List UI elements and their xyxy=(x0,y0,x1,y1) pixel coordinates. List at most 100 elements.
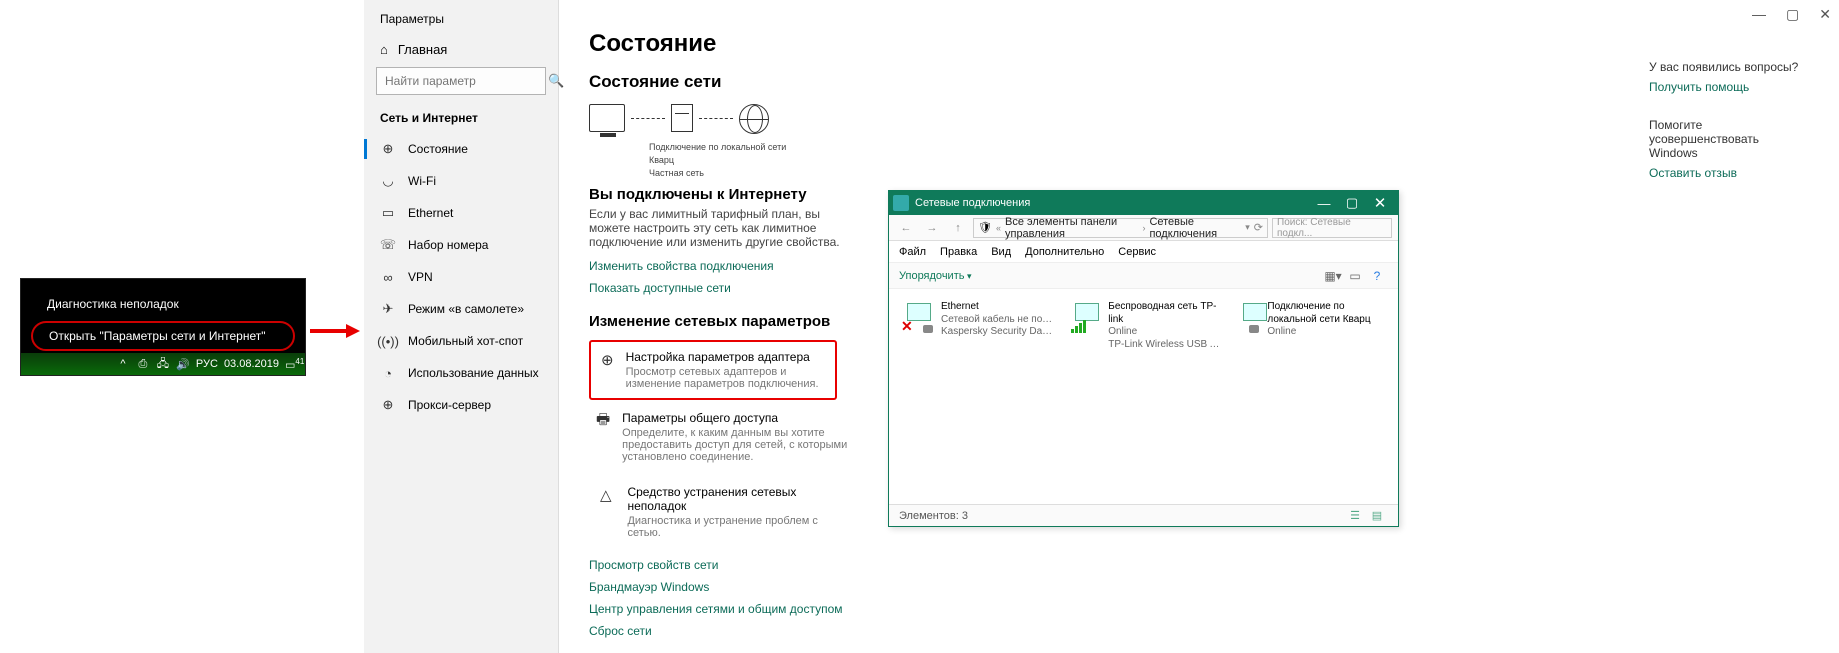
opt-desc: Просмотр сетевых адаптеров и изменение п… xyxy=(626,366,825,390)
view-mode-icon[interactable]: ▦▾ xyxy=(1322,269,1344,283)
network-diagram xyxy=(589,104,1809,134)
forward-button[interactable]: → xyxy=(921,217,943,239)
adapters-area: Ethernet Сетевой кабель не подкл... Kasp… xyxy=(889,289,1398,363)
close-button[interactable]: ✕ xyxy=(1366,194,1394,212)
nav-airplane[interactable]: ✈Режим «в самолете» xyxy=(364,293,558,325)
menu-extra[interactable]: Дополнительно xyxy=(1025,246,1104,258)
window-controls: — ▢ ✕ xyxy=(1752,6,1831,23)
opt-sharing[interactable]: 🖶 Параметры общего доступа Определите, к… xyxy=(589,400,859,474)
tray-date[interactable]: 03.08.2019 xyxy=(224,358,279,370)
help-improve: Помогите усовершенствовать Windows xyxy=(1649,118,1809,160)
link-network-reset[interactable]: Сброс сети xyxy=(589,624,1809,638)
nav-home-label: Главная xyxy=(398,42,447,57)
nav-home[interactable]: ⌂ Главная xyxy=(364,36,558,63)
nav-wifi[interactable]: ◡Wi-Fi xyxy=(364,165,558,197)
details-view-icon[interactable]: ☰ xyxy=(1344,509,1366,522)
notification-icon[interactable]: ▭41 xyxy=(285,357,299,372)
maximize-button[interactable]: ▢ xyxy=(1786,6,1799,23)
minimize-button[interactable]: — xyxy=(1752,6,1766,23)
breadcrumb-item[interactable]: Сетевые подключения xyxy=(1149,216,1237,240)
airplane-icon: ✈ xyxy=(380,301,396,317)
adapter-ethernet[interactable]: Ethernet Сетевой кабель не подкл... Kasp… xyxy=(903,301,1053,351)
data-usage-icon: ◔ xyxy=(380,365,396,381)
opt-title: Параметры общего доступа xyxy=(622,411,852,425)
diagram-caption-2: Кварц xyxy=(649,155,1809,166)
page-title: Состояние xyxy=(589,30,1809,58)
shield-icon: 🛡 xyxy=(978,221,992,234)
adapter-device: TP-Link Wireless USB Adap... xyxy=(1108,339,1220,352)
language-indicator[interactable]: РУС xyxy=(196,358,218,370)
menu-view[interactable]: Вид xyxy=(991,246,1011,258)
search-box[interactable]: 🔍 xyxy=(376,67,546,95)
nav-vpn[interactable]: ∞VPN xyxy=(364,261,558,293)
nav-hotspot[interactable]: ((•))Мобильный хот-спот xyxy=(364,325,558,357)
refresh-icon[interactable]: ⟳ xyxy=(1254,221,1263,234)
adapter-icon xyxy=(1239,301,1259,333)
menu-item-open-network-settings[interactable]: Открыть "Параметры сети и Интернет" xyxy=(31,321,295,351)
chevron-down-icon[interactable]: ▾ xyxy=(1245,222,1250,233)
line-icon xyxy=(631,118,665,119)
nav-data-usage[interactable]: ◔Использование данных xyxy=(364,357,558,389)
globe-icon: ⊕ xyxy=(601,350,614,370)
volume-icon[interactable]: 🔊 xyxy=(176,358,190,371)
nav-dialup[interactable]: ☏Набор номера xyxy=(364,229,558,261)
adapter-wifi[interactable]: Беспроводная сеть TP-link Online TP-Link… xyxy=(1071,301,1221,351)
opt-title: Средство устранения сетевых неполадок xyxy=(627,485,852,513)
toolbar: Упорядочить ▦▾ ▭ ? xyxy=(889,263,1398,289)
preview-pane-icon[interactable]: ▭ xyxy=(1344,269,1366,283)
menu-item-diagnostics[interactable]: Диагностика неполадок xyxy=(21,289,305,319)
opt-adapter-settings[interactable]: ⊕ Настройка параметров адаптера Просмотр… xyxy=(589,340,837,400)
link-get-help[interactable]: Получить помощь xyxy=(1649,80,1809,94)
nav-proxy[interactable]: ⊕Прокси-сервер xyxy=(364,389,558,421)
wifi-icon: ◡ xyxy=(380,173,396,189)
network-icon[interactable]: 🖧 xyxy=(156,355,170,374)
proxy-icon: ⊕ xyxy=(380,397,396,413)
opt-desc: Диагностика и устранение проблем с сетью… xyxy=(627,515,852,539)
home-icon: ⌂ xyxy=(380,42,388,57)
close-button[interactable]: ✕ xyxy=(1819,6,1831,23)
warning-icon: △ xyxy=(596,485,615,505)
status-icon: ⊕ xyxy=(380,141,396,157)
breadcrumb-item[interactable]: Все элементы панели управления xyxy=(1005,216,1138,240)
chevron-up-icon[interactable]: ^ xyxy=(116,358,130,370)
link-feedback[interactable]: Оставить отзыв xyxy=(1649,166,1809,180)
tiles-view-icon[interactable]: ▤ xyxy=(1366,509,1388,522)
link-sharing-center[interactable]: Центр управления сетями и общим доступом xyxy=(589,602,1809,616)
link-view-properties[interactable]: Просмотр свойств сети xyxy=(589,558,1809,572)
nav-ethernet[interactable]: ▭Ethernet xyxy=(364,197,558,229)
dialup-icon: ☏ xyxy=(380,237,396,253)
context-menu: Диагностика неполадок Открыть "Параметры… xyxy=(20,278,306,376)
breadcrumb[interactable]: 🛡 « Все элементы панели управления › Сет… xyxy=(973,218,1268,238)
item-count: Элементов: 3 xyxy=(899,510,968,522)
minimize-button[interactable]: — xyxy=(1310,196,1338,211)
up-button[interactable]: ↑ xyxy=(947,217,969,239)
sidebar-section-label: Сеть и Интернет xyxy=(364,105,558,133)
nav-status[interactable]: ⊕Состояние xyxy=(364,133,558,165)
ethernet-icon: ▭ xyxy=(380,205,396,221)
back-button[interactable]: ← xyxy=(895,217,917,239)
menu-service[interactable]: Сервис xyxy=(1118,246,1156,258)
menu-edit[interactable]: Правка xyxy=(940,246,977,258)
link-firewall[interactable]: Брандмауэр Windows xyxy=(589,580,1809,594)
opt-title: Настройка параметров адаптера xyxy=(626,350,825,364)
titlebar[interactable]: Сетевые подключения — ▢ ✕ xyxy=(889,191,1398,215)
app-title: Параметры xyxy=(364,10,558,36)
search-input[interactable] xyxy=(377,74,548,88)
adapter-status: Online xyxy=(1267,326,1379,339)
menu-file[interactable]: Файл xyxy=(899,246,926,258)
diagram-caption-1: Подключение по локальной сети xyxy=(649,142,1809,153)
red-arrow-icon xyxy=(310,324,360,338)
opt-troubleshoot[interactable]: △ Средство устранения сетевых неполадок … xyxy=(589,474,859,550)
search-box[interactable]: Поиск: Сетевые подкл... xyxy=(1272,218,1392,238)
sharing-icon: 🖶 xyxy=(596,411,610,431)
adapter-local[interactable]: Подключение по локальной сети Кварц Onli… xyxy=(1239,301,1384,351)
connected-body: Если у вас лимитный тарифный план, вы мо… xyxy=(589,207,849,249)
status-section-title: Состояние сети xyxy=(589,72,1809,92)
adapter-status: Сетевой кабель не подкл... xyxy=(941,314,1053,327)
maximize-button[interactable]: ▢ xyxy=(1338,195,1366,211)
adapter-name: Подключение по локальной сети Кварц xyxy=(1267,301,1384,326)
settings-sidebar: Параметры ⌂ Главная 🔍 Сеть и Интернет ⊕С… xyxy=(364,0,559,653)
help-icon[interactable]: ? xyxy=(1366,269,1388,283)
organize-button[interactable]: Упорядочить xyxy=(899,270,972,282)
devices-icon[interactable]: ⎙ xyxy=(136,358,150,371)
